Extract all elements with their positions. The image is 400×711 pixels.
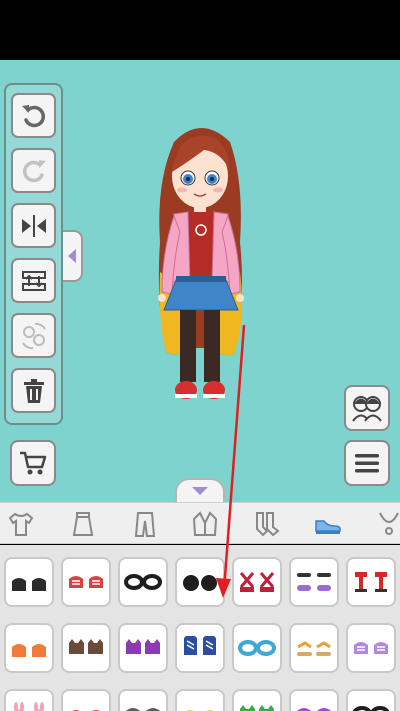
item-cell-sneakers[interactable] — [118, 689, 168, 711]
chevron-down-icon — [192, 487, 208, 495]
item-cell-strap[interactable] — [232, 557, 282, 607]
heels-item-icon — [355, 572, 387, 592]
item-cell-heels[interactable] — [346, 557, 396, 607]
ring-item-icon — [124, 574, 162, 590]
reset-character-icon — [21, 322, 46, 349]
character-avatar[interactable] — [148, 122, 254, 412]
item-cell-sneakers[interactable] — [289, 689, 339, 711]
flip-button[interactable] — [11, 203, 56, 248]
sneakers-item-icon — [126, 708, 160, 711]
bunny-item-icon — [13, 702, 45, 711]
two-characters-icon — [352, 396, 382, 422]
main-menu-button[interactable] — [344, 440, 390, 486]
item-cell-ring[interactable] — [118, 557, 168, 607]
chevron-left-icon — [68, 249, 76, 263]
item-cell-ring[interactable] — [346, 689, 396, 711]
category-tab-accessories[interactable] — [372, 507, 400, 541]
jacket-icon — [192, 511, 218, 536]
undo-button[interactable] — [11, 93, 56, 138]
reset-character-button[interactable] — [11, 313, 56, 358]
category-tab-pants[interactable] — [128, 507, 162, 541]
item-cell-shoes[interactable] — [4, 623, 54, 673]
skirt-icon — [72, 512, 94, 536]
sneakers-item-icon — [69, 576, 103, 591]
flip-icon — [21, 214, 46, 237]
socks-icon — [256, 512, 280, 537]
shoes-item-icon — [72, 710, 100, 711]
category-tab-outerwear[interactable] — [188, 507, 222, 541]
category-tab-skirts[interactable] — [66, 507, 100, 541]
toolbar-collapse-tab[interactable] — [63, 230, 83, 282]
item-cell-shoes[interactable] — [61, 689, 111, 711]
layer-swap-button[interactable] — [11, 258, 56, 303]
cat-shoes-item-icon — [240, 705, 274, 711]
tshirt-icon — [8, 512, 34, 536]
trash-icon — [23, 378, 44, 403]
hamburger-menu-icon — [355, 454, 379, 473]
item-cell-boots[interactable] — [175, 557, 225, 607]
character-stage — [0, 60, 400, 502]
layer-swap-icon — [21, 270, 46, 291]
item-cell-sneakers[interactable] — [61, 557, 111, 607]
ring-item-icon — [238, 640, 276, 656]
couple-mode-button[interactable] — [344, 385, 390, 431]
delete-button[interactable] — [11, 368, 56, 413]
category-tab-tops[interactable] — [4, 507, 38, 541]
slides-item-icon — [297, 573, 331, 591]
cat-shoes-item-icon — [126, 639, 160, 657]
redo-icon — [22, 159, 46, 182]
strap-item-icon — [239, 572, 275, 592]
category-tab-socks[interactable] — [250, 507, 284, 541]
status-bar — [0, 0, 400, 60]
category-tab-bar — [0, 502, 400, 544]
hightops-item-icon — [184, 636, 216, 659]
category-tab-shoes[interactable] — [311, 507, 345, 541]
item-cell-shoes[interactable] — [175, 689, 225, 711]
edit-toolbar — [4, 83, 63, 425]
undo-icon — [21, 104, 45, 127]
item-cell-shoes[interactable] — [4, 557, 54, 607]
ring-item-icon — [352, 706, 390, 711]
shoes-icon — [315, 520, 341, 534]
sneakers-item-icon — [297, 708, 331, 711]
shoes-item-icon — [186, 710, 214, 711]
cart-icon — [20, 451, 47, 475]
cat-shoes-item-icon — [69, 639, 103, 657]
item-cell-cat-shoes[interactable] — [232, 689, 282, 711]
item-cell-cat-shoes[interactable] — [118, 623, 168, 673]
sandals-item-icon — [297, 641, 331, 656]
item-cell-sandals[interactable] — [289, 623, 339, 673]
drawer-toggle-handle[interactable] — [175, 478, 225, 502]
item-cell-bunny[interactable] — [4, 689, 54, 711]
boots-item-icon — [183, 575, 217, 591]
item-grid — [0, 545, 400, 711]
pants-icon — [134, 512, 156, 537]
shoes-item-icon — [12, 644, 46, 657]
item-cell-cat-shoes[interactable] — [61, 623, 111, 673]
shoes-item-icon — [12, 578, 46, 591]
sneakers-item-icon — [354, 642, 388, 657]
item-cell-hightops[interactable] — [175, 623, 225, 673]
shop-cart-button[interactable] — [10, 440, 56, 486]
necklace-icon — [379, 512, 399, 535]
item-cell-ring[interactable] — [232, 623, 282, 673]
item-cell-sneakers[interactable] — [346, 623, 396, 673]
redo-button[interactable] — [11, 148, 56, 193]
item-cell-slides[interactable] — [289, 557, 339, 607]
